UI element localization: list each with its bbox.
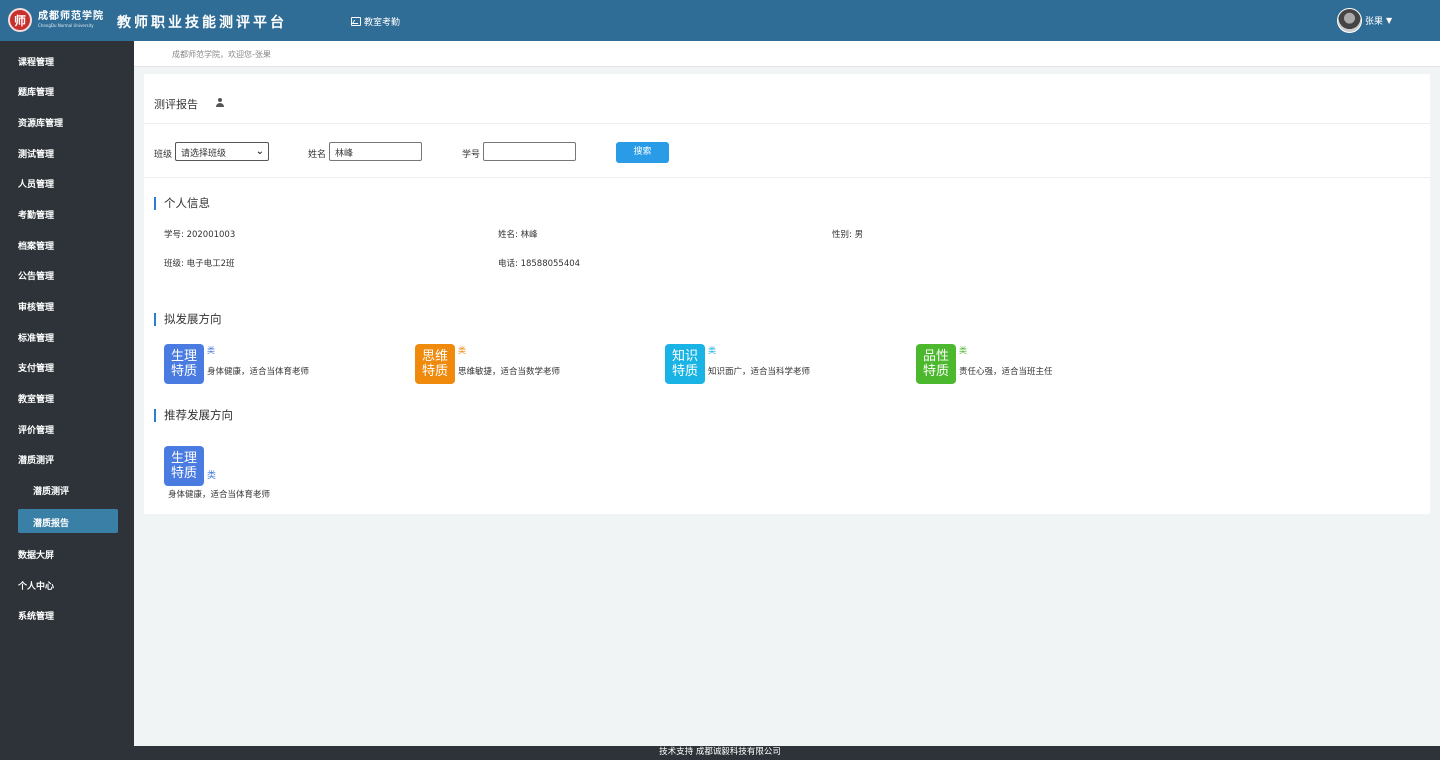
name-input[interactable]: 林峰 (329, 142, 422, 161)
personal-info-title: 个人信息 (154, 197, 210, 210)
recommended-direction-title: 推荐发展方向 (154, 409, 233, 422)
trait-category: 类 (458, 346, 466, 355)
phone-value: 电话: 18588055404 (498, 259, 581, 269)
student-id-value: 学号: 202001003 (164, 230, 236, 240)
caret-down-icon: ▼ (1386, 16, 1393, 25)
platform-title: 教师职业技能测评平台 (117, 15, 287, 31)
sidebar-item-tests[interactable]: 测试管理 (18, 147, 54, 160)
sidebar-item-data-screen[interactable]: 数据大屏 (18, 548, 54, 561)
top-header: 师 成都师范学院 ChengDu Normal University 教师职业技… (0, 0, 1440, 41)
sidebar-subitem-label: 潜质报告 (33, 519, 70, 529)
trait-badge: 生理 特质 (164, 344, 204, 384)
trait-description: 知识面广，适合当科学老师 (708, 367, 811, 377)
trait-description: 身体健康，适合当体育老师 (168, 490, 271, 500)
sidebar-item-review[interactable]: 审核管理 (18, 300, 54, 313)
trait-category: 类 (207, 471, 217, 481)
trait-description: 思维敏捷，适合当数学老师 (458, 367, 561, 377)
student-id-input[interactable] (483, 142, 576, 161)
trait-badge: 品性 特质 (916, 344, 956, 384)
student-name-value: 姓名: 林峰 (498, 230, 538, 240)
trait-badge: 知识 特质 (665, 344, 705, 384)
trait-description: 身体健康，适合当体育老师 (207, 367, 310, 377)
avatar (1337, 8, 1362, 33)
school-seal-icon: 师 (8, 8, 32, 32)
sidebar-subitem-potential-test[interactable]: 潜质测评 (33, 484, 69, 497)
breadcrumb: 成都师范学院，欢迎您-张果 (134, 41, 1440, 67)
card-header: 测评报告 (144, 74, 1430, 124)
chart-icon (351, 17, 361, 26)
sidebar-item-classroom[interactable]: 教室管理 (18, 392, 54, 405)
school-name-en: ChengDu Normal University (38, 23, 94, 28)
search-button[interactable]: 搜索 (616, 142, 669, 163)
classroom-attendance-link[interactable]: 教室考勤 (351, 15, 400, 28)
sidebar-item-course[interactable]: 课程管理 (18, 55, 54, 68)
class-select[interactable]: 请选择班级 ⌄ (175, 142, 269, 161)
sidebar-item-archives[interactable]: 档案管理 (18, 239, 54, 252)
sidebar-item-personnel[interactable]: 人员管理 (18, 177, 54, 190)
sidebar-item-payment[interactable]: 支付管理 (18, 361, 54, 374)
school-name-cn: 成都师范学院 (38, 11, 104, 22)
sidebar-item-attendance[interactable]: 考勤管理 (18, 208, 54, 221)
trait-category: 类 (708, 346, 716, 355)
report-card: 测评报告 班级 请选择班级 ⌄ 姓名 林峰 学号 搜索 个人信息 学号: 202… (144, 74, 1430, 514)
nav-link-label: 教室考勤 (364, 18, 401, 28)
sidebar-item-question-bank[interactable]: 题库管理 (18, 85, 54, 98)
sidebar-item-standards[interactable]: 标准管理 (18, 331, 54, 344)
sidebar-item-system[interactable]: 系统管理 (18, 609, 54, 622)
class-value: 班级: 电子电工2班 (164, 259, 235, 269)
school-logo[interactable]: 师 成都师范学院 ChengDu Normal University (8, 8, 104, 32)
chevron-down-icon: ⌄ (255, 146, 264, 157)
sidebar: 课程管理 题库管理 资源库管理 测试管理 人员管理 考勤管理 档案管理 公告管理… (0, 41, 134, 746)
welcome-text: 成都师范学院，欢迎您-张果 (172, 50, 271, 59)
sidebar-item-potential[interactable]: 潜质测评 (18, 453, 54, 466)
student-id-label: 学号 (462, 150, 481, 160)
trait-badge: 思维 特质 (415, 344, 455, 384)
user-name: 张果 (1365, 17, 1384, 27)
sidebar-item-profile[interactable]: 个人中心 (18, 579, 54, 592)
planned-direction-title: 拟发展方向 (154, 313, 222, 326)
person-icon (216, 98, 224, 107)
trait-description: 责任心强，适合当班主任 (959, 367, 1053, 377)
sidebar-subitem-potential-report[interactable]: 潜质报告 (18, 509, 118, 533)
page-title: 测评报告 (154, 98, 198, 111)
gender-value: 性别: 男 (832, 230, 864, 240)
name-label: 姓名 (308, 150, 327, 160)
trait-badge: 生理 特质 (164, 446, 204, 486)
class-label: 班级 (154, 150, 173, 160)
sidebar-item-announcements[interactable]: 公告管理 (18, 269, 54, 282)
trait-category: 类 (207, 346, 215, 355)
sidebar-item-resources[interactable]: 资源库管理 (18, 116, 63, 129)
sidebar-item-evaluation[interactable]: 评价管理 (18, 423, 54, 436)
filter-bar: 班级 请选择班级 ⌄ 姓名 林峰 学号 搜索 (144, 124, 1430, 178)
trait-category: 类 (959, 346, 967, 355)
user-menu[interactable]: 张果 ▼ (1337, 8, 1392, 33)
footer-support-text: 技术支持 成都诚毅科技有限公司 (0, 746, 1440, 760)
